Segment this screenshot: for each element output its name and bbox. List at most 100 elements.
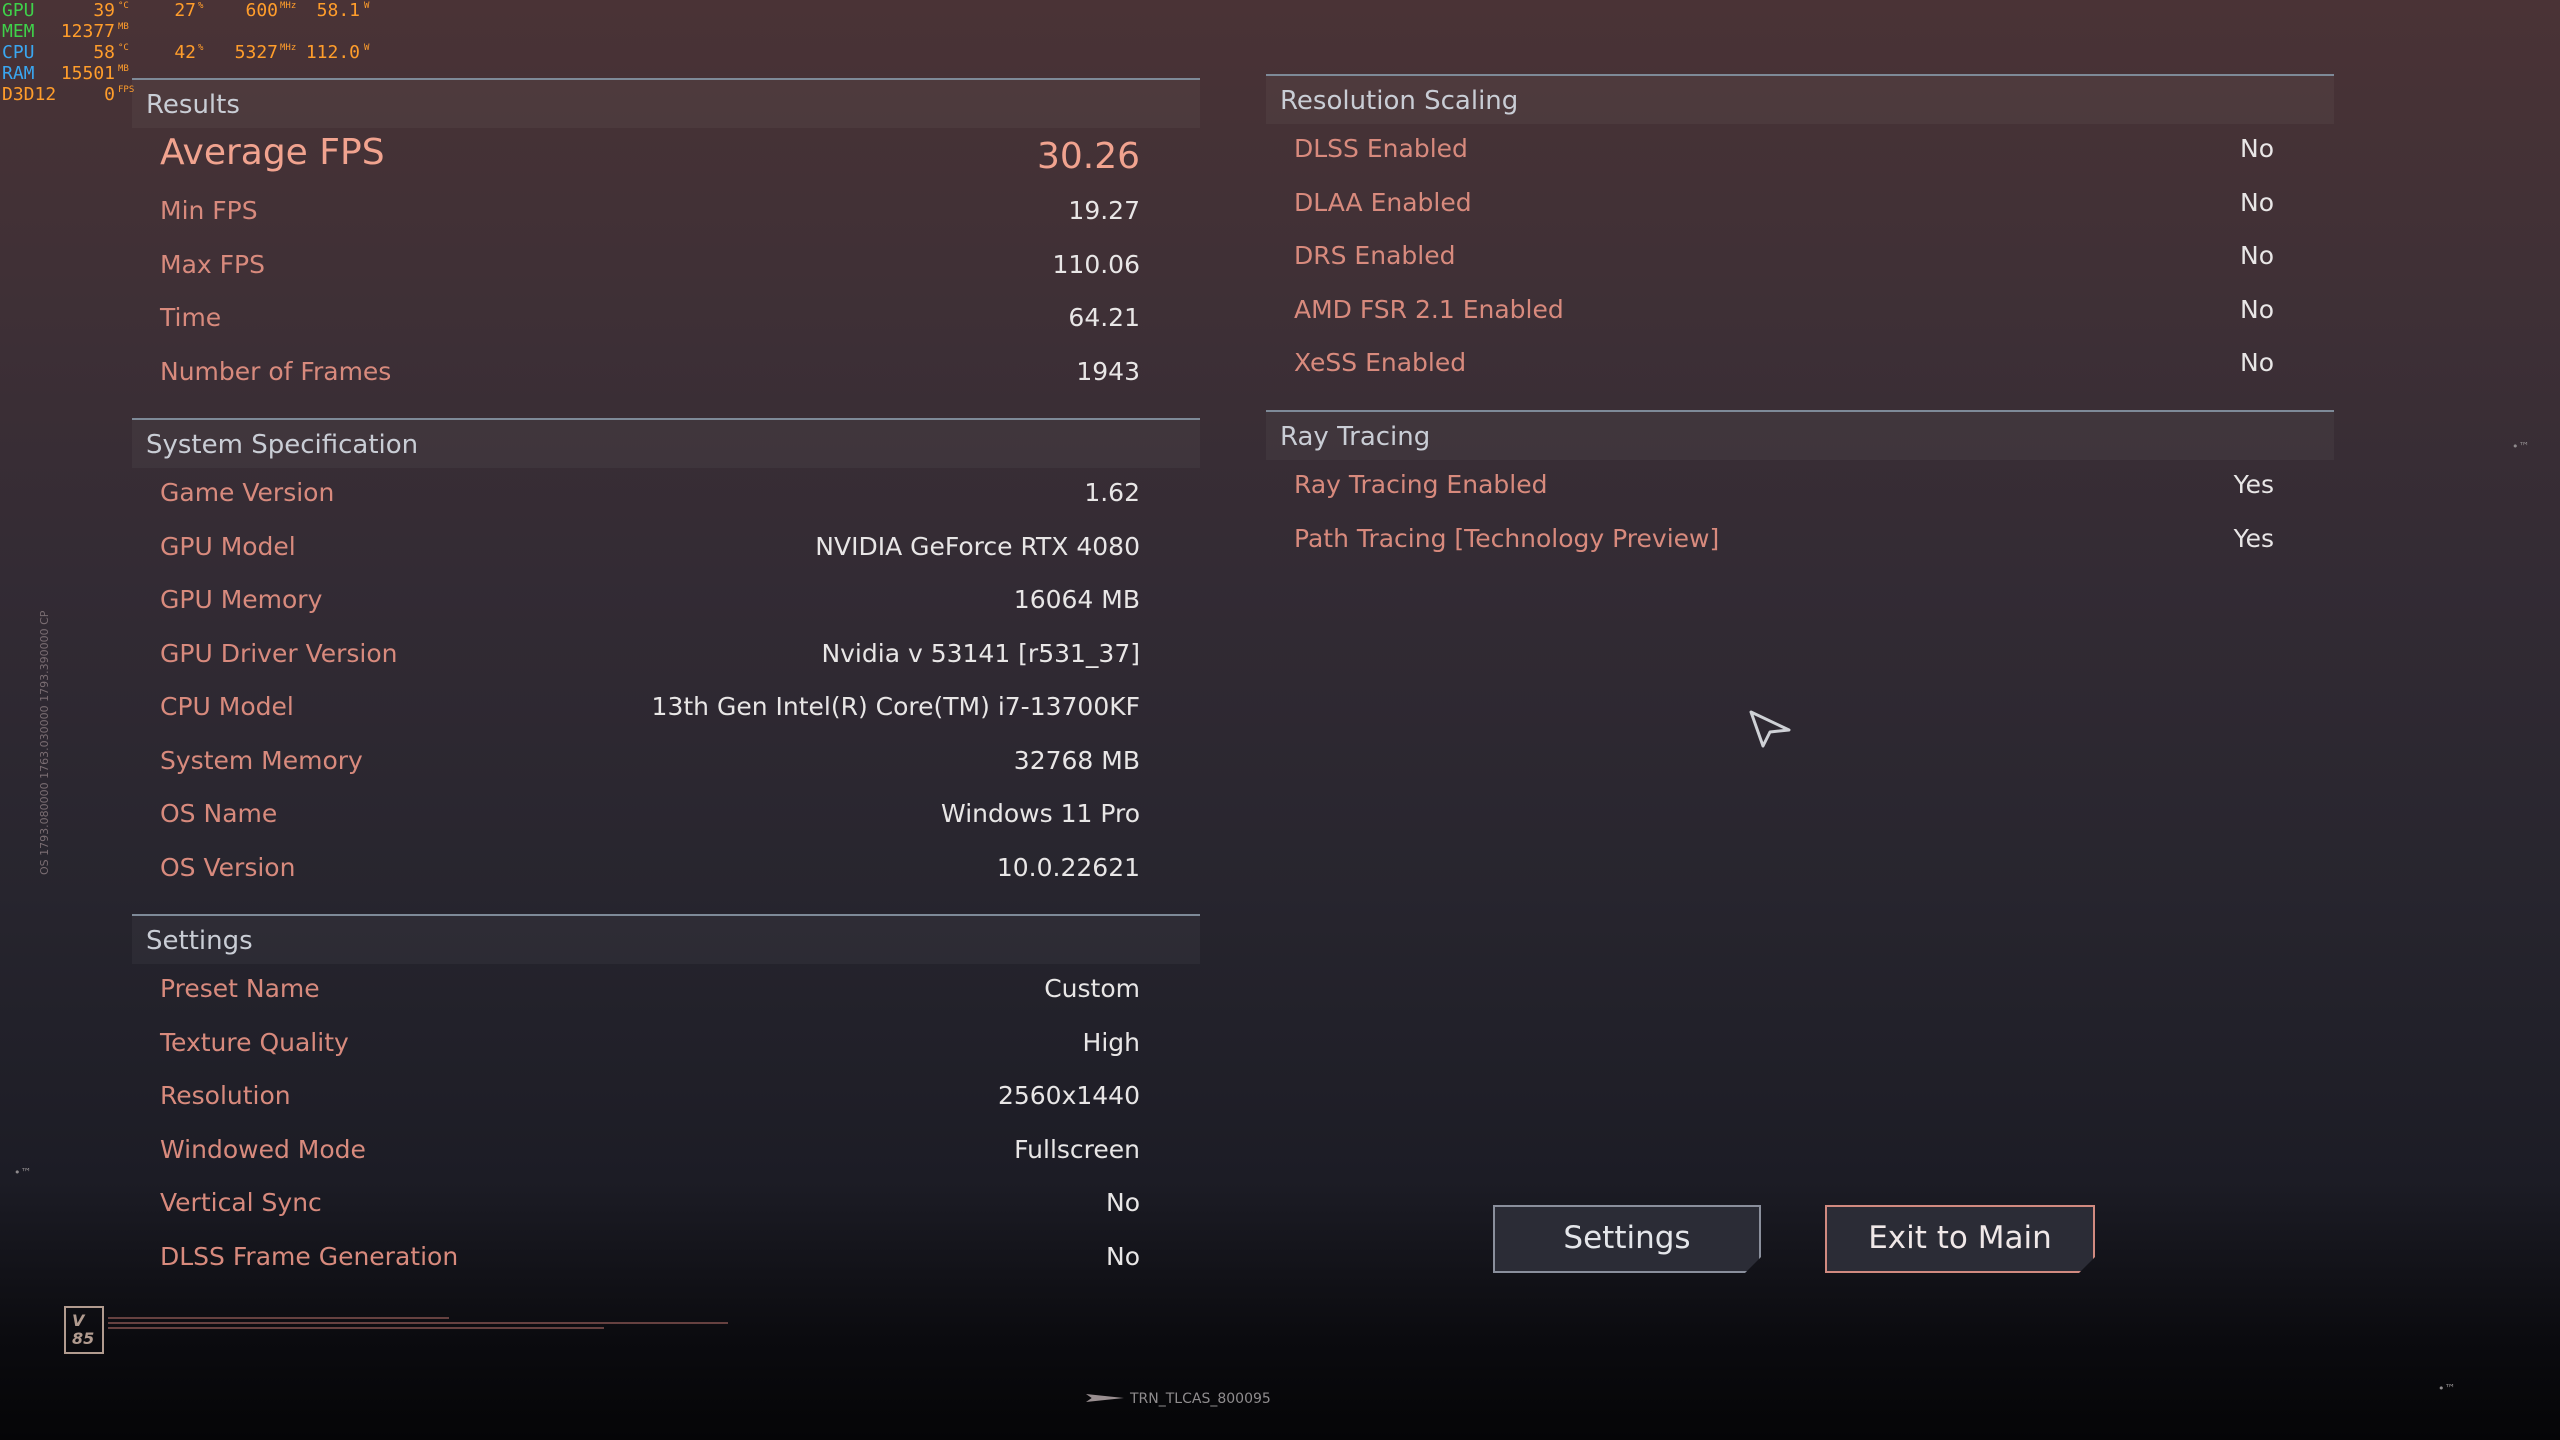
results-row-time: Time 64.21: [132, 293, 1200, 347]
row-label: Game Version: [160, 478, 335, 507]
osd-value: 15501: [60, 63, 115, 84]
row-value: Nvidia v 53141 [r531_37]: [821, 638, 1140, 668]
osd-value: 12377: [60, 21, 115, 42]
osd-value: 39: [93, 0, 115, 21]
row-label: Resolution: [160, 1081, 291, 1110]
settings-header: Settings: [132, 914, 1200, 964]
row-value: No: [1106, 1188, 1140, 1217]
osd-unit: W: [364, 43, 370, 53]
row-label: DLAA Enabled: [1294, 187, 1472, 217]
osd-unit: %: [198, 43, 204, 53]
row-value: 10.0.22621: [996, 852, 1140, 882]
system-row: OS Name Windows 11 Pro: [132, 789, 1200, 843]
row-label: Min FPS: [160, 196, 258, 225]
settings-panel: Settings Preset Name Custom Texture Quali…: [132, 914, 1200, 1285]
row-value: 1943: [1076, 356, 1140, 386]
osd-value: 0: [104, 84, 115, 105]
results-row-frames: Number of Frames 1943: [132, 347, 1200, 401]
osd-unit: °C: [118, 43, 129, 53]
mouse-cursor-icon: [1749, 710, 1791, 748]
row-label: Windowed Mode: [160, 1134, 366, 1164]
osd-unit: °C: [118, 1, 129, 11]
resolution-row: DLAA Enabled No: [1266, 178, 2334, 232]
system-row: GPU Memory 16064 MB: [132, 575, 1200, 629]
row-label: Max FPS: [160, 249, 265, 279]
row-value: 30.26: [1036, 136, 1140, 177]
system-row: GPU Driver Version Nvidia v 53141 [r531_3…: [132, 629, 1200, 683]
row-value: No: [2240, 294, 2274, 324]
resolution-scaling-panel: Resolution Scaling DLSS Enabled No DLAA E…: [1266, 74, 2334, 392]
corner-mark-icon: •™: [2438, 1382, 2456, 1395]
row-value: Custom: [1044, 974, 1140, 1003]
row-label: GPU Memory: [160, 585, 323, 614]
resolution-row: DLSS Enabled No: [1266, 124, 2334, 178]
osd-value: 58: [93, 42, 115, 63]
system-row: System Memory 32768 MB: [132, 736, 1200, 790]
ray-tracing-row: Path Tracing [Technology Preview] Yes: [1266, 514, 2334, 568]
row-value: 2560x1440: [997, 1081, 1140, 1110]
osd-row-gpu: GPU 39 °C 27 % 600 MHz 58.1 W: [0, 0, 380, 21]
ray-tracing-panel: Ray Tracing Ray Tracing Enabled Yes Path …: [1266, 410, 2334, 567]
osd-value: 112.0: [305, 42, 360, 63]
osd-unit: MHz: [280, 1, 297, 11]
settings-row: DLSS Frame Generation No: [132, 1232, 1200, 1286]
row-value: 110.06: [1052, 249, 1140, 279]
osd-row-mem: MEM 12377 MB: [0, 21, 380, 42]
settings-row: Windowed Mode Fullscreen: [132, 1125, 1200, 1179]
row-label: AMD FSR 2.1 Enabled: [1294, 294, 1564, 324]
osd-unit: %: [198, 1, 204, 11]
row-value: Fullscreen: [1014, 1134, 1140, 1164]
corner-mark-icon: •™: [2512, 440, 2530, 453]
osd-label: RAM: [2, 63, 35, 84]
row-label: Texture Quality: [160, 1027, 349, 1057]
osd-value: 600: [245, 0, 278, 21]
osd-label: D3D12: [2, 84, 57, 105]
resolution-row: DRS Enabled No: [1266, 231, 2334, 285]
exit-to-main-menu-button[interactable]: Exit to Main Menu: [1825, 1205, 2095, 1273]
corner-mark-icon: •™: [14, 1166, 32, 1179]
ray-tracing-row: Ray Tracing Enabled Yes: [1266, 460, 2334, 514]
row-label: System Memory: [160, 745, 363, 775]
resolution-scaling-header: Resolution Scaling: [1266, 74, 2334, 124]
results-row-max-fps: Max FPS 110.06: [132, 240, 1200, 294]
row-label: DLSS Enabled: [1294, 134, 1468, 163]
osd-unit: MB: [118, 64, 129, 74]
resolution-row: XeSS Enabled No: [1266, 338, 2334, 392]
settings-button[interactable]: Settings: [1493, 1205, 1761, 1273]
system-spec-panel: System Specification Game Version 1.62 GP…: [132, 418, 1200, 896]
row-value: No: [2240, 241, 2274, 270]
row-label: Path Tracing [Technology Preview]: [1294, 523, 1720, 553]
row-label: Number of Frames: [160, 356, 392, 386]
system-row: CPU Model 13th Gen Intel(R) Core(TM) i7-1…: [132, 682, 1200, 736]
build-tag: TRN_TLCAS_800095: [1130, 1391, 1271, 1407]
resolution-row: AMD FSR 2.1 Enabled No: [1266, 285, 2334, 339]
row-value: Yes: [2233, 470, 2274, 499]
version-badge: V 85: [64, 1306, 104, 1354]
row-value: 32768 MB: [1013, 745, 1140, 775]
arrow-icon: [1086, 1394, 1124, 1402]
row-label: OS Name: [160, 799, 278, 828]
results-row-average-fps: Average FPS 30.26: [132, 128, 1200, 186]
settings-row: Preset Name Custom: [132, 964, 1200, 1018]
osd-label: MEM: [2, 21, 35, 42]
row-value: High: [1082, 1027, 1140, 1057]
osd-unit: W: [364, 1, 370, 11]
osd-value: 27: [174, 0, 196, 21]
row-value: 16064 MB: [1013, 585, 1140, 614]
row-value: 13th Gen Intel(R) Core(TM) i7-13700KF: [651, 692, 1140, 721]
row-label: Ray Tracing Enabled: [1294, 470, 1548, 499]
row-label: DLSS Frame Generation: [160, 1241, 459, 1271]
osd-label: GPU: [2, 0, 35, 21]
row-label: OS Version: [160, 852, 296, 882]
row-label: DRS Enabled: [1294, 241, 1456, 270]
system-spec-header: System Specification: [132, 418, 1200, 468]
osd-value: 5327: [234, 42, 278, 63]
settings-row: Resolution 2560x1440: [132, 1071, 1200, 1125]
row-value: 19.27: [1068, 196, 1140, 225]
row-value: NVIDIA GeForce RTX 4080: [815, 531, 1140, 561]
system-row: OS Version 10.0.22621: [132, 843, 1200, 897]
row-value: No: [1106, 1241, 1140, 1271]
row-value: No: [2240, 187, 2274, 217]
osd-unit: MHz: [280, 43, 297, 53]
ray-tracing-header: Ray Tracing: [1266, 410, 2334, 460]
